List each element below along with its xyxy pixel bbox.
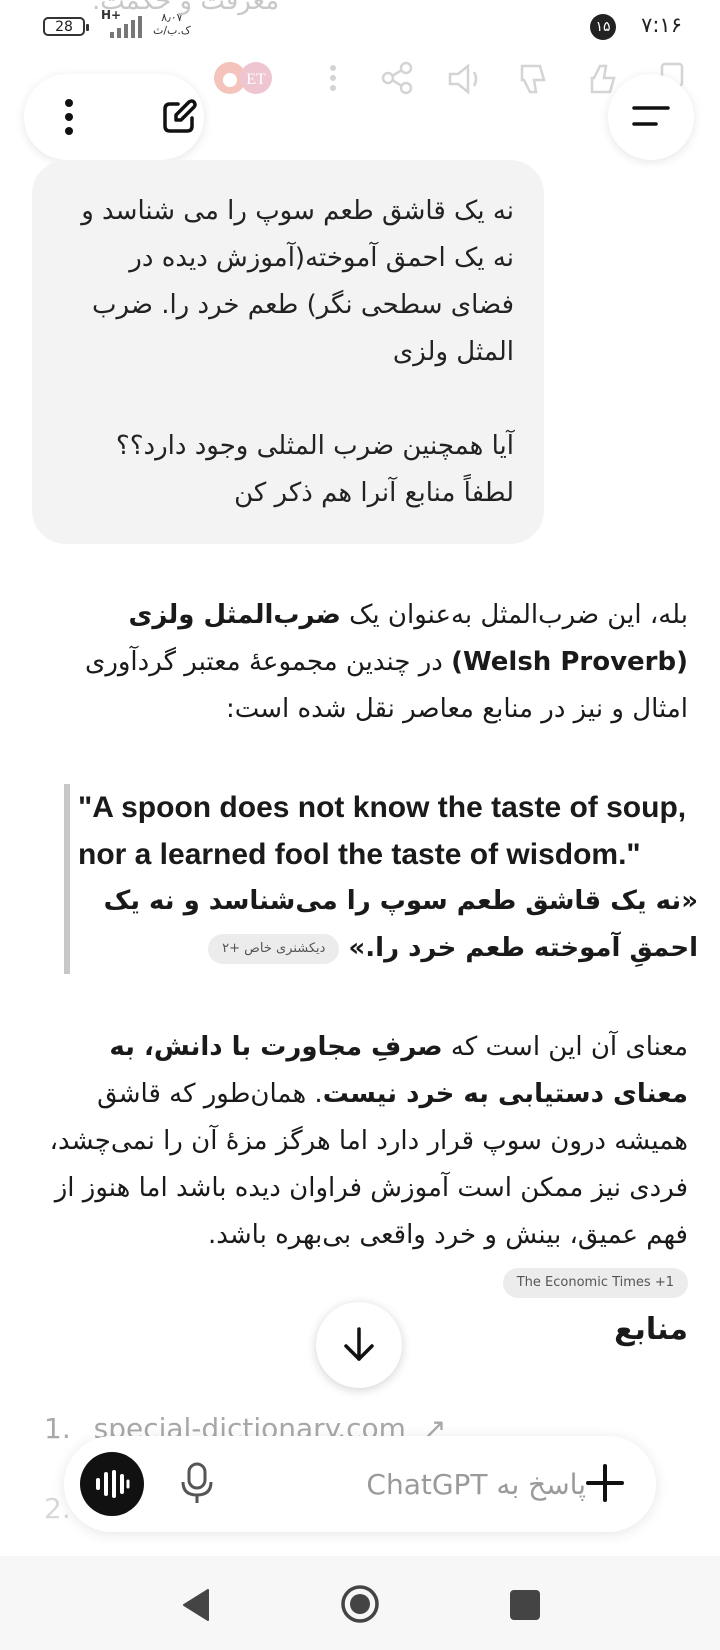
- user-message-paragraph-1: نه یک قاشق طعم سوپ را می شناسد و نه یک ا…: [81, 196, 514, 367]
- assistant-meaning: معنای آن این است که صرفِ مجاورت با دانش،…: [40, 1024, 688, 1306]
- waveform-icon: [96, 1470, 130, 1498]
- android-nav-bar: [0, 1556, 720, 1650]
- user-message-paragraph-2: آیا همچنین ضرب المثلی وجود دارد؟؟ لطفاً …: [115, 431, 514, 508]
- clock: ۷:۱۶: [641, 13, 682, 37]
- intro-text-a: بله، این ضرب‌المثل به‌عنوان یک: [340, 600, 688, 630]
- voice-mode-button[interactable]: [80, 1452, 144, 1516]
- source-number: 1.: [44, 1412, 71, 1445]
- microphone-icon[interactable]: [180, 1462, 214, 1506]
- share-icon[interactable]: [380, 60, 416, 100]
- more-vert-icon[interactable]: [64, 98, 74, 136]
- proverb-blockquote: "A spoon does not know the taste of soup…: [64, 784, 698, 974]
- notification-badge: ۱۵: [590, 14, 616, 40]
- et-badge: ET: [246, 71, 266, 88]
- thumbs-down-icon[interactable]: [516, 60, 552, 100]
- hamburger-menu-button[interactable]: [608, 74, 694, 160]
- source-avatars-icon: ET: [214, 62, 272, 94]
- citation-chip-economic-times[interactable]: The Economic Times +1: [502, 1267, 688, 1298]
- more-icon[interactable]: [318, 60, 348, 100]
- meaning-text-a: معنای آن این است که: [442, 1032, 688, 1062]
- intro-bold-welsh: (Welsh Proverb): [451, 647, 688, 677]
- plus-icon[interactable]: [584, 1462, 626, 1504]
- scroll-to-bottom-button[interactable]: [316, 1302, 402, 1388]
- battery-indicator: 28: [43, 17, 89, 36]
- message-composer: [64, 1436, 656, 1532]
- arrow-down-icon: [344, 1327, 374, 1361]
- new-chat-icon[interactable]: [160, 98, 198, 136]
- read-aloud-icon[interactable]: [446, 60, 486, 100]
- recent-apps-icon[interactable]: [510, 1590, 540, 1620]
- intro-bold-proverb: ضرب‌المثل ولزی: [128, 600, 341, 630]
- hamburger-icon: [632, 106, 670, 126]
- quote-persian-text: «نه یک قاشق طعم سوپ را می‌شناسد و نه یک …: [103, 886, 698, 963]
- citation-chip-dictionary[interactable]: دیکشنری خاص +۲: [208, 933, 340, 964]
- assistant-intro: بله، این ضرب‌المثل به‌عنوان یک ضرب‌المثل…: [40, 592, 688, 733]
- message-input[interactable]: [294, 1458, 588, 1510]
- home-icon[interactable]: [340, 1584, 380, 1624]
- sources-heading: منابع: [614, 1312, 688, 1347]
- quote-persian: «نه یک قاشق طعم سوپ را می‌شناسد و نه یک …: [78, 878, 698, 972]
- faded-previous-text: معرفت و حکمت.: [92, 0, 280, 16]
- data-speed-unit: ک.ب/ث: [153, 24, 191, 37]
- user-message-bubble[interactable]: نه یک قاشق طعم سوپ را می شناسد و نه یک ا…: [32, 160, 544, 544]
- quote-english: "A spoon does not know the taste of soup…: [78, 791, 687, 871]
- top-left-controls: [24, 74, 204, 160]
- back-icon[interactable]: [180, 1588, 212, 1622]
